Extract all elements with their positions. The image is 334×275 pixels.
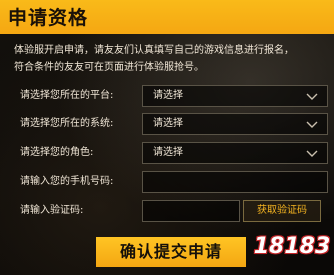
watermark-text: 18183 (253, 234, 331, 259)
submit-button[interactable]: 确认提交申请 (96, 237, 246, 267)
intro-text: 体验服开启申请，请友友们认真填写自己的游戏信息进行报名， 符合条件的友友可在页面… (14, 42, 326, 76)
header-bar: 申请资格 (0, 0, 334, 34)
chevron-down-icon (306, 121, 318, 128)
platform-label: 请选择您所在的平台: (20, 90, 114, 101)
system-select-value: 请选择 (153, 118, 183, 129)
watermark-logo: 18183 (252, 230, 334, 274)
phone-label: 请输入您的手机号码: (20, 176, 114, 187)
chevron-down-icon (306, 150, 318, 157)
chevron-down-icon (306, 93, 318, 100)
role-select-value: 请选择 (153, 147, 183, 158)
page-title: 申请资格 (8, 7, 89, 29)
role-select[interactable]: 请选择 (142, 142, 328, 164)
platform-select-value: 请选择 (153, 90, 183, 101)
system-select[interactable]: 请选择 (142, 113, 328, 135)
get-code-button[interactable]: 获取验证码 (243, 200, 321, 222)
platform-select[interactable]: 请选择 (142, 85, 328, 107)
intro-line-1: 体验服开启申请，请友友们认真填写自己的游戏信息进行报名， (14, 45, 294, 56)
phone-input[interactable] (142, 171, 328, 193)
intro-line-2: 符合条件的友友可在页面进行体验服抢号。 (14, 62, 204, 73)
code-label: 请输入验证码: (20, 205, 84, 216)
role-label: 请选择您的角色: (20, 147, 94, 158)
system-label: 请选择您所在的系统: (20, 118, 114, 129)
code-input[interactable] (142, 200, 240, 222)
